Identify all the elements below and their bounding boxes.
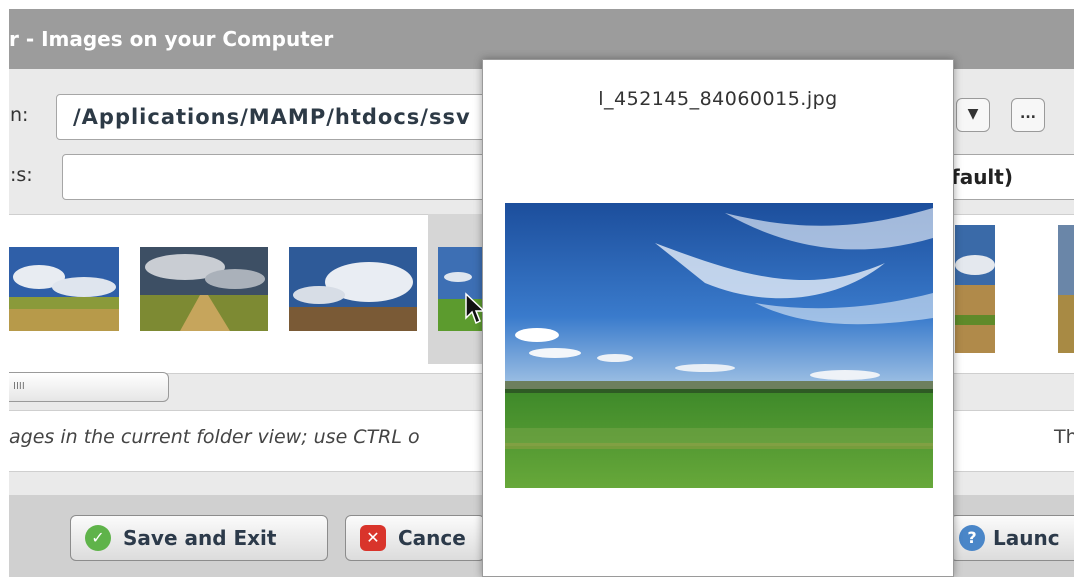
scroll-grip: IIII	[13, 381, 25, 392]
launch-button[interactable]: ? Launc	[950, 515, 1074, 561]
folder-dropdown-button[interactable]: ▼	[956, 98, 990, 132]
browse-button[interactable]: ...	[1011, 98, 1045, 132]
preview-image	[505, 203, 933, 488]
image-preview-popup: l_452145_84060015.jpg	[482, 59, 954, 577]
save-label: Save and Exit	[123, 526, 277, 550]
folder-path-field[interactable]: /Applications/MAMP/htdocs/ssv	[56, 94, 496, 140]
files-label: :s:	[10, 164, 33, 186]
ellipsis-icon: ...	[1020, 106, 1036, 122]
launch-label: Launc	[993, 526, 1060, 550]
close-circle-icon: ✕	[360, 524, 386, 551]
cancel-button[interactable]: ✕ Cance	[345, 515, 485, 561]
thumbnail[interactable]	[140, 247, 268, 331]
thumbnail[interactable]	[955, 225, 995, 353]
mouse-cursor-icon	[465, 292, 486, 325]
status-text: ages in the current folder view; use CTR…	[9, 426, 420, 448]
files-input[interactable]	[62, 154, 502, 200]
thumbnail[interactable]	[9, 247, 119, 331]
check-circle-icon: ✓	[85, 524, 111, 551]
thumbnail[interactable]	[1058, 225, 1074, 353]
folder-label: n:	[10, 104, 29, 126]
horizontal-scrollbar[interactable]: IIII	[9, 372, 169, 402]
mode-select[interactable]: fault)	[944, 154, 1074, 200]
thumbnail[interactable]	[289, 247, 417, 331]
status-right-text: Th	[1054, 426, 1074, 448]
preview-filename: l_452145_84060015.jpg	[598, 88, 838, 110]
help-circle-icon: ?	[959, 524, 985, 551]
chevron-down-icon: ▼	[967, 106, 979, 122]
cancel-label: Cance	[398, 526, 466, 550]
save-and-exit-button[interactable]: ✓ Save and Exit	[70, 515, 328, 561]
